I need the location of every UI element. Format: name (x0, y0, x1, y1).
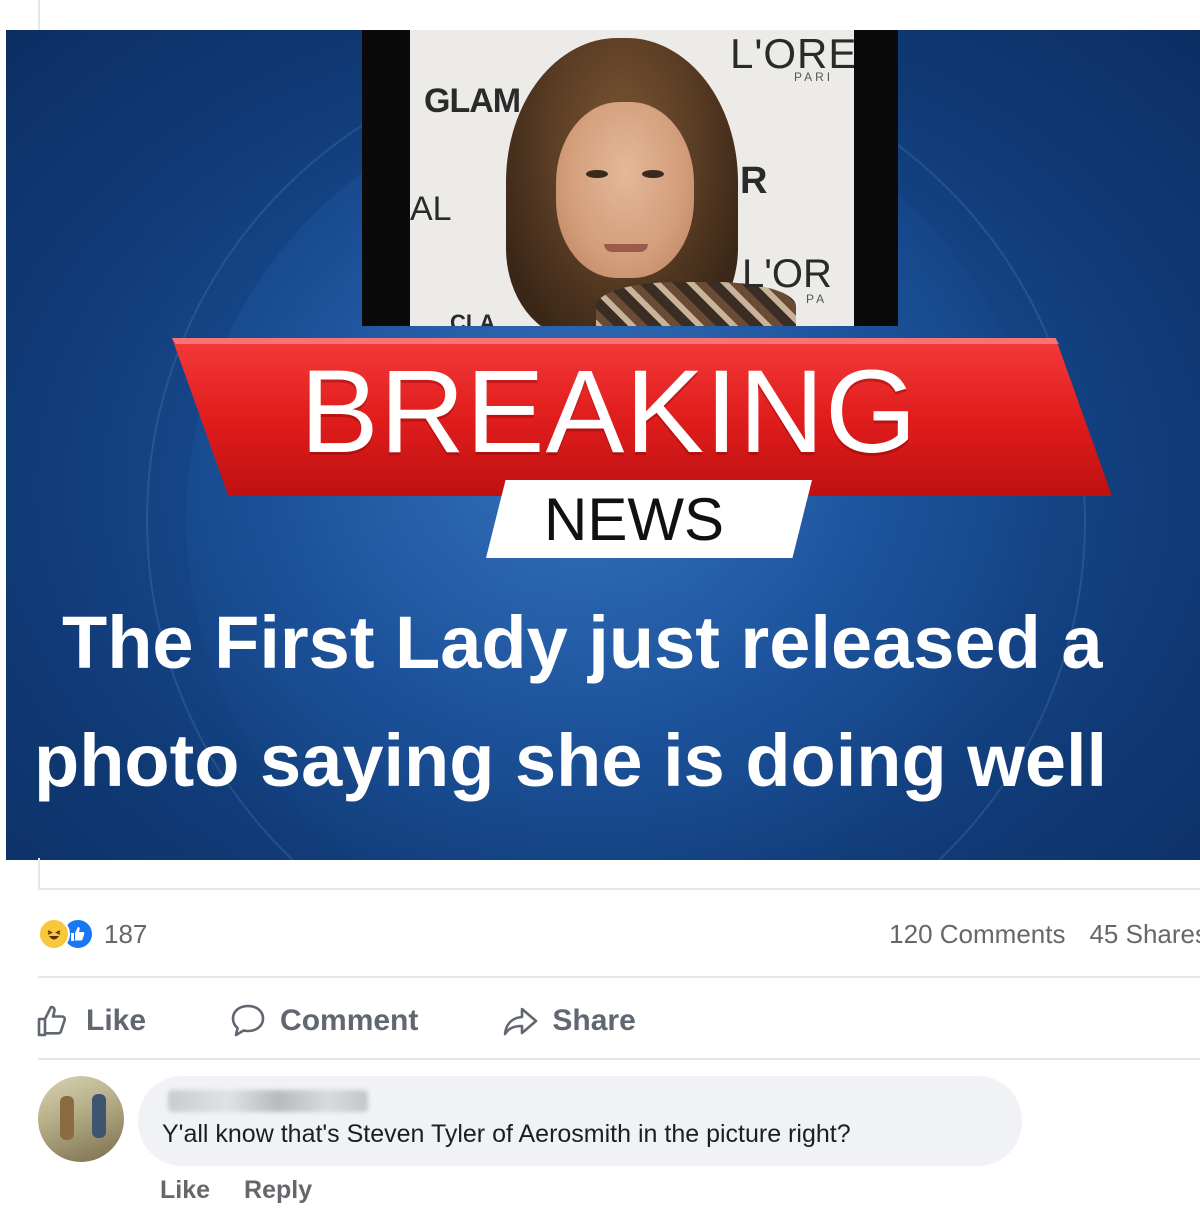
portrait-mouth (604, 244, 648, 252)
banner-highlight (172, 338, 1060, 344)
comments-count-link[interactable]: 120 Comments (889, 919, 1065, 950)
post-actions: Like Comment Share (34, 996, 718, 1046)
haha-icon (38, 918, 70, 950)
headline: The First Lady just released a photo say… (34, 584, 1200, 820)
reactions-summary[interactable]: 187 (38, 916, 147, 952)
comment-bubble: Y'all know that's Steven Tyler of Aerosm… (138, 1076, 1022, 1166)
shares-count-link[interactable]: 45 Shares (1089, 919, 1200, 950)
banner-title: BREAKING (300, 346, 918, 478)
comment-button[interactable]: Comment (228, 1001, 418, 1041)
frame-line (38, 858, 40, 890)
portrait-eye (586, 170, 608, 178)
avatar-figure (92, 1094, 106, 1138)
backdrop-text: CLA (450, 310, 496, 326)
avatar[interactable] (38, 1076, 124, 1162)
headline-line: The First Lady just released a (62, 601, 1103, 684)
backdrop-text: GLAM (424, 82, 521, 120)
avatar-figure (60, 1096, 74, 1140)
like-label: Like (86, 1004, 147, 1037)
portrait-eye (642, 170, 664, 178)
divider (38, 888, 1200, 890)
backdrop-text: R (740, 160, 768, 202)
divider (38, 976, 1200, 978)
post-stats: 120 Comments 45 Shares (889, 916, 1200, 952)
backdrop-text: AL (410, 190, 452, 228)
divider (38, 1058, 1200, 1060)
comment-actions: Like Reply (160, 1176, 312, 1205)
comment-reply-link[interactable]: Reply (244, 1176, 312, 1205)
like-button[interactable]: Like (34, 1001, 146, 1041)
backdrop-text: L'OR (742, 252, 832, 296)
thumbs-up-icon (37, 1005, 67, 1037)
comment-text: Y'all know that's Steven Tyler of Aerosm… (162, 1120, 851, 1148)
photo-backdrop: L'ORE PARI AL GLAM R L'OR PA CLA (410, 30, 854, 326)
comment-label: Comment (280, 1004, 419, 1037)
reaction-count: 187 (104, 918, 148, 949)
share-label: Share (552, 1004, 636, 1037)
comment-like-link[interactable]: Like (160, 1176, 210, 1205)
share-button[interactable]: Share (500, 1001, 636, 1041)
frame-line (38, 0, 40, 30)
post-image[interactable]: L'ORE PARI AL GLAM R L'OR PA CLA BREAKIN… (6, 30, 1200, 860)
backdrop-text: L'ORE (730, 30, 854, 77)
inset-photo: L'ORE PARI AL GLAM R L'OR PA CLA (362, 30, 898, 326)
backdrop-text: PA (806, 292, 828, 306)
banner-subtitle: NEWS (544, 486, 724, 553)
comment-author-blurred[interactable] (168, 1090, 368, 1112)
speech-bubble-icon (231, 1004, 265, 1037)
backdrop-text: PARI (794, 70, 834, 84)
post-card: L'ORE PARI AL GLAM R L'OR PA CLA BREAKIN… (0, 0, 1200, 1208)
headline-line: photo saying she is doing well (34, 719, 1108, 802)
share-arrow-icon (504, 1007, 538, 1036)
